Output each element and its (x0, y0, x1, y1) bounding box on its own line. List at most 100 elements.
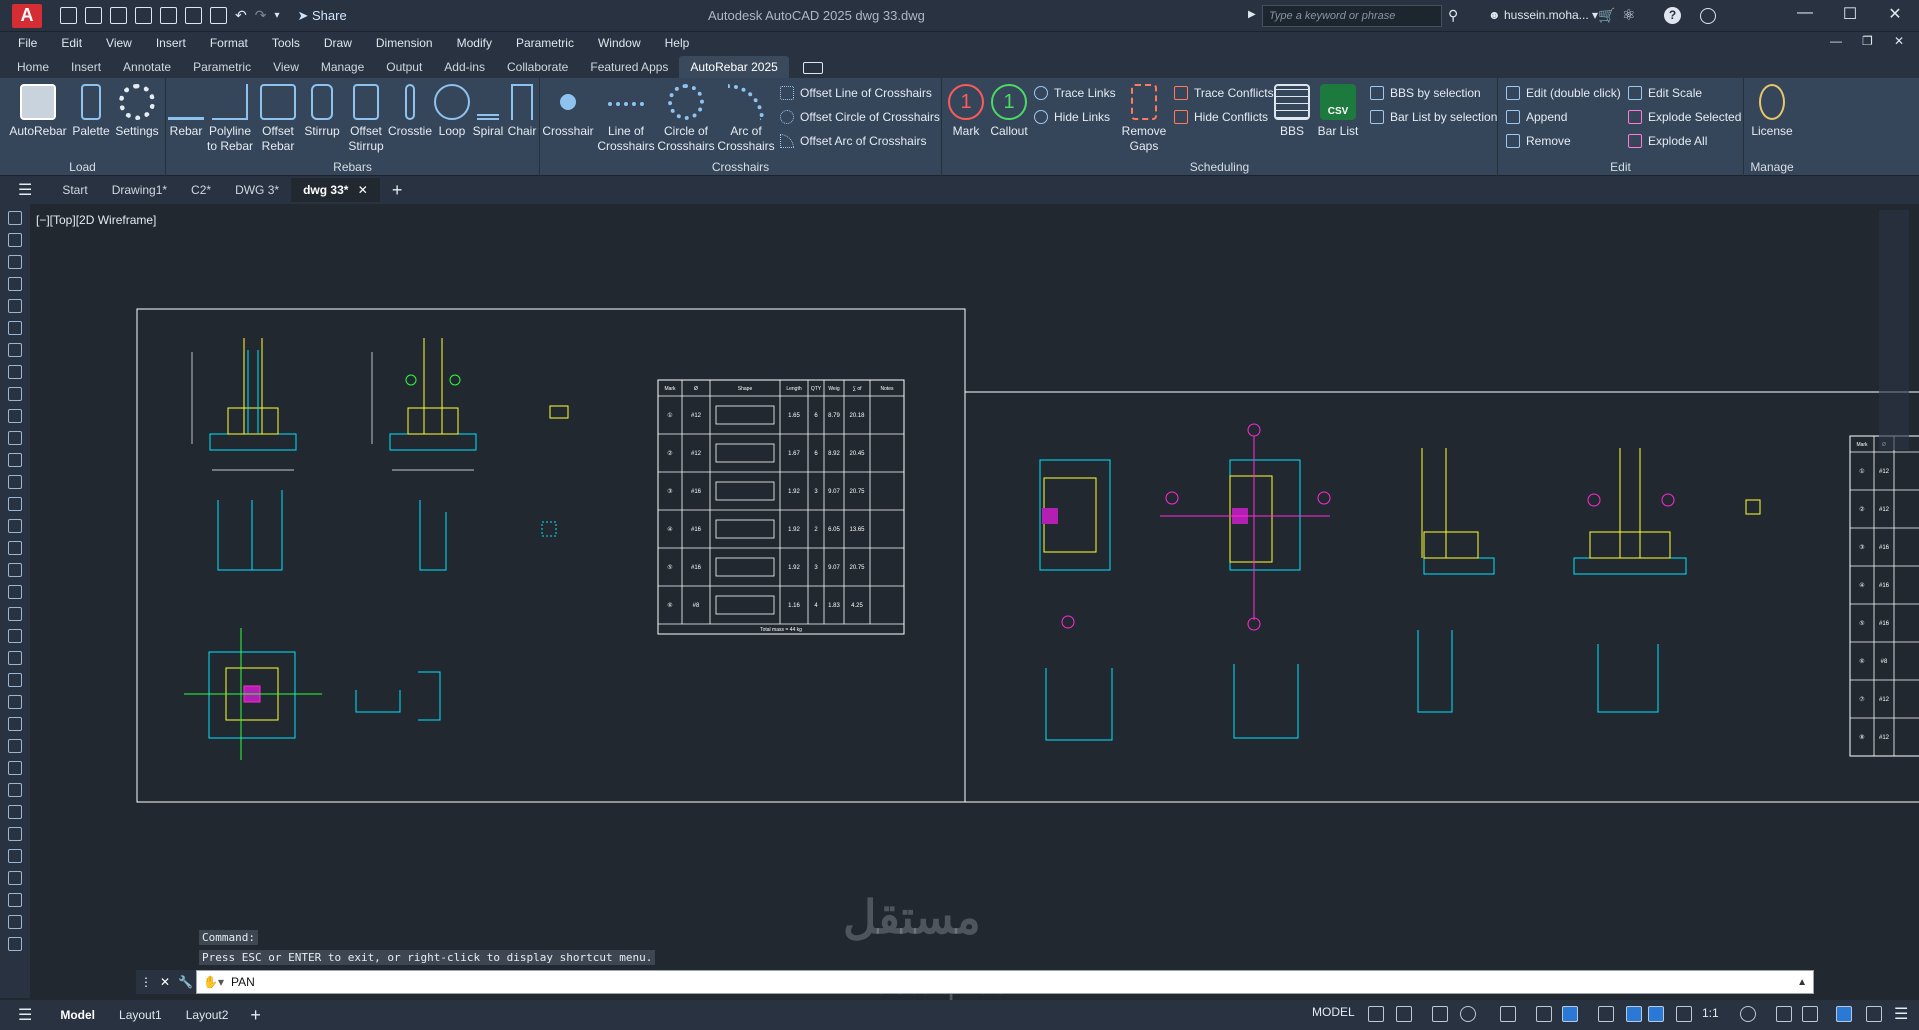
osnap-icon[interactable] (1500, 1006, 1516, 1022)
menu-modify[interactable]: Modify (457, 36, 492, 50)
tab-output[interactable]: Output (375, 56, 433, 78)
redo-icon[interactable]: ↷ (255, 7, 267, 24)
model-space-button[interactable]: MODEL (1312, 1005, 1355, 1019)
workspace-gear-icon[interactable] (1740, 1006, 1756, 1022)
tab-insert[interactable]: Insert (60, 56, 112, 78)
tab-home[interactable]: Home (6, 56, 60, 78)
doc-tab-dwg3[interactable]: DWG 3* (223, 178, 291, 202)
polar-icon[interactable] (1460, 1006, 1476, 1022)
tab-add-ins[interactable]: Add-ins (433, 56, 496, 78)
command-expand-icon[interactable]: ▲ (1797, 977, 1807, 988)
bbs-by-selection-button[interactable]: BBS by selection (1370, 86, 1481, 100)
tab-annotate[interactable]: Annotate (112, 56, 182, 78)
tool-icon-34[interactable] (8, 937, 22, 951)
mark-button[interactable]: 1 Mark (946, 84, 986, 139)
arc-of-crosshairs-button[interactable]: Arc of Crosshairs (716, 84, 776, 154)
share-button[interactable]: ➤ Share (298, 8, 347, 24)
tab-parametric[interactable]: Parametric (182, 56, 262, 78)
command-customize-icon[interactable]: 🔧 (178, 975, 193, 989)
units-icon[interactable] (1802, 1006, 1818, 1022)
new-file-icon[interactable] (60, 7, 77, 24)
tool-icon-11[interactable] (8, 431, 22, 445)
undo-icon[interactable]: ↶ (235, 7, 247, 24)
tool-icon-26[interactable] (8, 761, 22, 775)
add-layout-icon[interactable]: + (250, 1005, 261, 1026)
explode-selected-button[interactable]: Explode Selected (1628, 110, 1741, 124)
annotation-visibility-icon[interactable] (1626, 1006, 1642, 1022)
maximize-icon[interactable]: ☐ (1830, 4, 1870, 24)
license-button[interactable]: License (1748, 84, 1796, 139)
qat-dropdown-icon[interactable]: ▾ (274, 10, 279, 21)
tab-autorebar-2025[interactable]: AutoRebar 2025 (679, 56, 789, 78)
circle-of-crosshairs-button[interactable]: Circle of Crosshairs (656, 84, 716, 154)
lineweight-icon[interactable] (1598, 1006, 1614, 1022)
spiral-button[interactable]: Spiral (470, 84, 506, 139)
crosstie-button[interactable]: Crosstie (388, 84, 432, 139)
tool-icon-1[interactable] (8, 211, 22, 225)
menu-window[interactable]: Window (598, 36, 641, 50)
search-icon[interactable]: ⚲ (1448, 7, 1458, 24)
save-as-icon[interactable] (135, 7, 152, 24)
new-tab-plus-icon[interactable]: + (392, 180, 403, 201)
annotation-monitor-icon[interactable] (1776, 1006, 1792, 1022)
cart-icon[interactable]: 🛒 (1598, 7, 1615, 24)
trace-links-button[interactable]: Trace Links (1034, 86, 1116, 100)
search-arrow-icon[interactable]: ▶ (1248, 9, 1256, 20)
remove-button[interactable]: Remove (1506, 134, 1571, 148)
close-icon[interactable]: ✕ (1875, 4, 1915, 24)
navigation-bar[interactable] (1879, 210, 1909, 450)
tab-collaborate[interactable]: Collaborate (496, 56, 579, 78)
tool-icon-24[interactable] (8, 717, 22, 731)
tab-manage[interactable]: Manage (310, 56, 375, 78)
tool-icon-13[interactable] (8, 475, 22, 489)
ribbon-options-icon[interactable] (802, 62, 823, 74)
tab-model[interactable]: Model (48, 1003, 107, 1027)
tool-icon-18[interactable] (8, 585, 22, 599)
open-folder-icon[interactable] (85, 7, 102, 24)
menu-edit[interactable]: Edit (61, 36, 82, 50)
customize-status-icon[interactable]: ☰ (1894, 1004, 1908, 1024)
minimize-icon[interactable]: — (1785, 4, 1825, 22)
bbs-button[interactable]: BBS (1272, 84, 1312, 139)
menu-format[interactable]: Format (210, 36, 248, 50)
ortho-icon[interactable] (1432, 1006, 1448, 1022)
tool-icon-25[interactable] (8, 739, 22, 753)
grid-icon[interactable] (1368, 1006, 1384, 1022)
doc-tab-dwg33[interactable]: dwg 33* ✕ (291, 178, 380, 202)
tool-icon-15[interactable] (8, 519, 22, 533)
tool-icon-27[interactable] (8, 783, 22, 797)
annotation-scale-icon[interactable] (1676, 1006, 1692, 1022)
tab-view[interactable]: View (262, 56, 310, 78)
autorebar-button[interactable]: AutoRebar (8, 84, 68, 139)
hide-links-button[interactable]: Hide Links (1034, 110, 1110, 124)
callout-button[interactable]: 1 Callout (986, 84, 1032, 139)
print-icon[interactable] (210, 7, 227, 24)
tool-icon-23[interactable] (8, 695, 22, 709)
menu-parametric[interactable]: Parametric (516, 36, 574, 50)
auto-scale-icon[interactable] (1648, 1006, 1664, 1022)
line-of-crosshairs-button[interactable]: Line of Crosshairs (596, 84, 656, 154)
offset-stirrup-button[interactable]: Offset Stirrup (344, 84, 388, 154)
command-close-icon[interactable]: ✕ (160, 975, 170, 989)
menu-draw[interactable]: Draw (324, 36, 352, 50)
edit-double-click-button[interactable]: Edit (double click) (1506, 86, 1621, 100)
tool-icon-12[interactable] (8, 453, 22, 467)
tool-icon-31[interactable] (8, 871, 22, 885)
stirrup-button[interactable]: Stirrup (300, 84, 344, 139)
otrack-icon[interactable] (1536, 1006, 1552, 1022)
tool-icon-32[interactable] (8, 893, 22, 907)
menu-insert[interactable]: Insert (156, 36, 186, 50)
tool-icon-19[interactable] (8, 607, 22, 621)
doc-tab-drawing1[interactable]: Drawing1* (100, 178, 179, 202)
tool-icon-5[interactable] (8, 299, 22, 313)
quick-properties-icon[interactable] (1836, 1006, 1852, 1022)
bar-list-by-selection-button[interactable]: Bar List by selection (1370, 110, 1497, 124)
doc-tab-close-icon[interactable]: ✕ (358, 183, 368, 197)
tool-icon-21[interactable] (8, 651, 22, 665)
doc-restore-icon[interactable]: ❐ (1862, 34, 1873, 48)
tool-icon-3[interactable] (8, 255, 22, 269)
tool-icon-20[interactable] (8, 629, 22, 643)
tool-icon-33[interactable] (8, 915, 22, 929)
learn-icon[interactable] (1700, 8, 1716, 24)
bar-list-button[interactable]: CSV Bar List (1314, 84, 1362, 139)
